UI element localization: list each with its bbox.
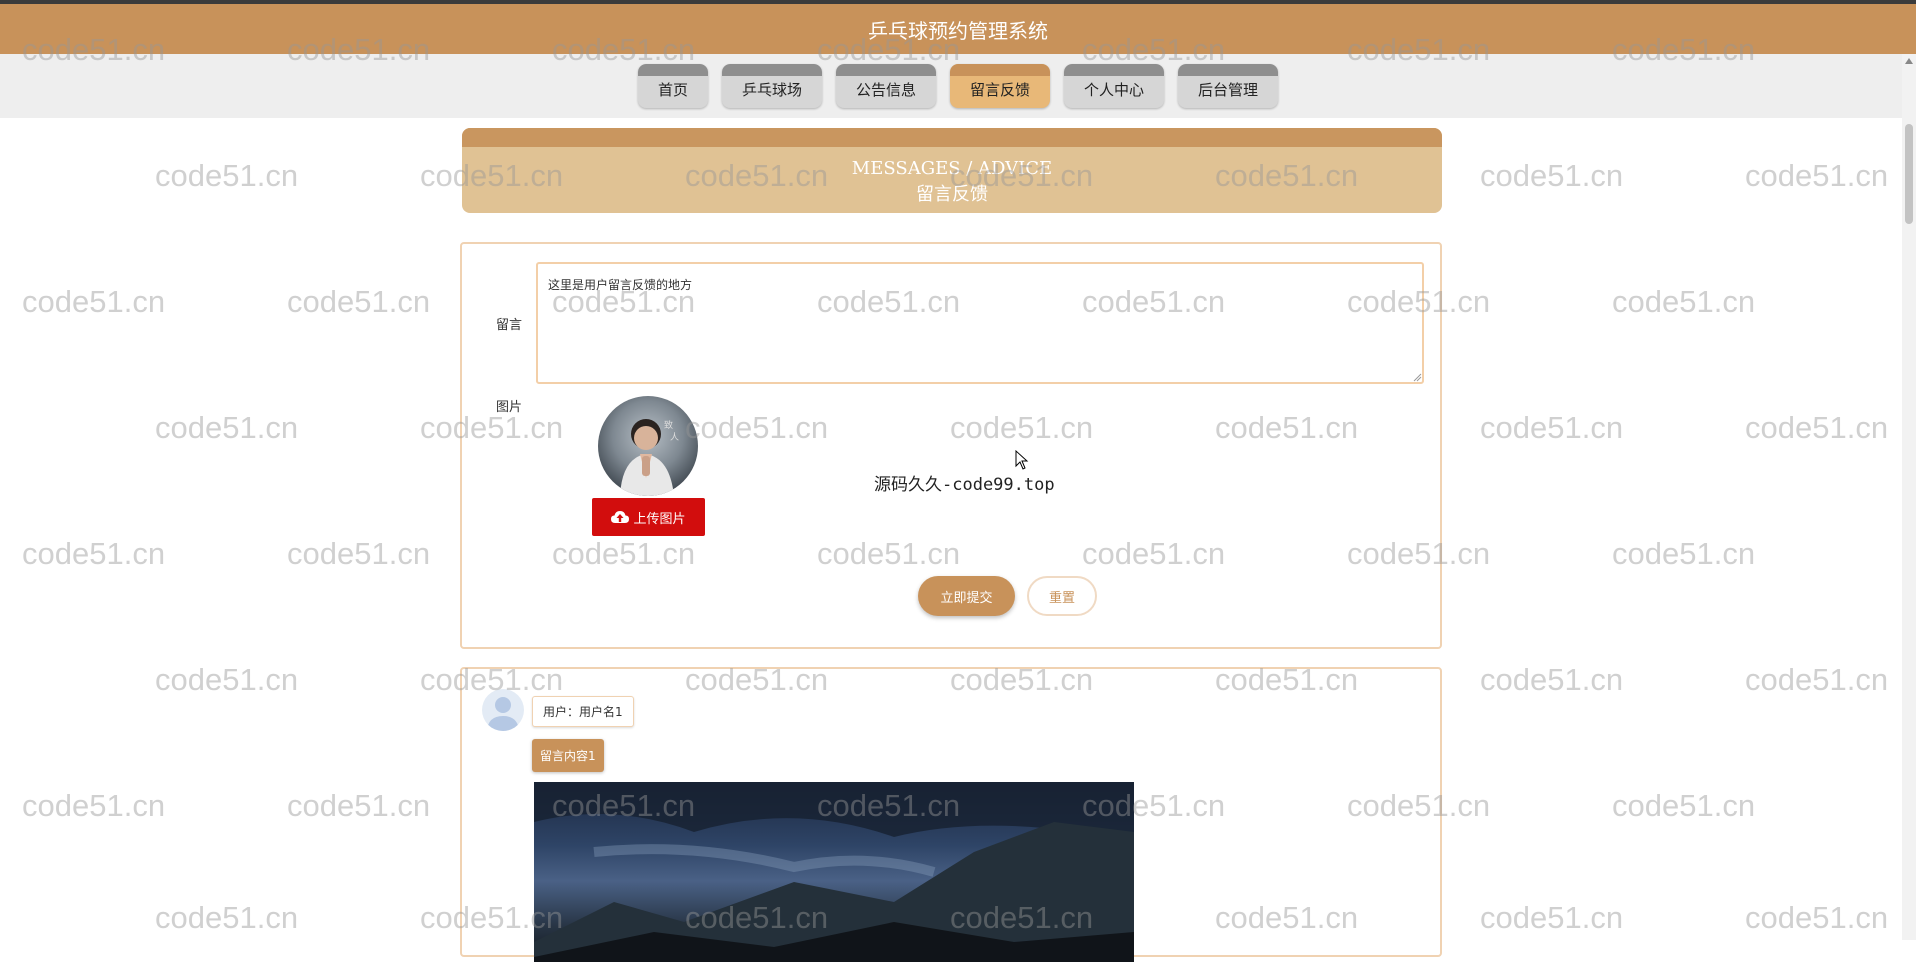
- image-label: 图片: [496, 400, 523, 415]
- reset-button[interactable]: 重置: [1027, 576, 1097, 616]
- watermark: code51.cn: [1745, 662, 1889, 697]
- main-nav: 首页 乒乓球场 公告信息 留言反馈 个人中心 后台管理: [0, 64, 1916, 110]
- user-avatar-icon: [482, 689, 524, 731]
- watermark: code51.cn: [155, 158, 299, 193]
- watermark: code51.cn: [22, 284, 166, 319]
- portrait-illustration: 致 人: [620, 419, 679, 496]
- nav-item-feedback[interactable]: 留言反馈: [950, 64, 1051, 108]
- message-content: 留言内容1: [532, 739, 604, 772]
- watermark: code51.cn: [155, 410, 299, 445]
- watermark: code51.cn: [155, 900, 299, 935]
- nav-item-admin[interactable]: 后台管理: [1178, 64, 1279, 108]
- cloud-upload-icon: [611, 511, 630, 523]
- watermark: code51.cn: [1480, 900, 1624, 935]
- scroll-thumb[interactable]: [1905, 124, 1913, 224]
- page-scrollbar[interactable]: [1902, 54, 1916, 940]
- scroll-up-arrow-icon[interactable]: [1905, 58, 1913, 64]
- nav-item-courts[interactable]: 乒乓球场: [721, 64, 822, 108]
- watermark: code51.cn: [1612, 536, 1756, 571]
- uploaded-image-preview: 致 人: [598, 396, 698, 496]
- watermark: code51.cn: [22, 536, 166, 571]
- site-title: 乒乓球预约管理系统: [868, 18, 1048, 43]
- watermark: code51.cn: [1480, 410, 1624, 445]
- watermark: code51.cn: [1480, 158, 1624, 193]
- watermark: code51.cn: [1612, 788, 1756, 823]
- overlay-source-text: 源码久久-code99.top: [874, 475, 1055, 495]
- banner-title-cn: 留言反馈: [916, 184, 988, 205]
- nav-item-home[interactable]: 首页: [637, 64, 708, 108]
- page-banner: MESSAGES / ADVICE 留言反馈: [462, 128, 1442, 213]
- message-textarea[interactable]: 这里是用户留言反馈的地方: [536, 262, 1424, 384]
- watermark: code51.cn: [1612, 284, 1756, 319]
- nav-item-notices[interactable]: 公告信息: [835, 64, 936, 108]
- message-label: 留言: [496, 318, 523, 333]
- watermark: code51.cn: [1745, 410, 1889, 445]
- watermark: code51.cn: [1745, 900, 1889, 935]
- nav-item-profile[interactable]: 个人中心: [1064, 64, 1165, 108]
- upload-button-label: 上传图片: [633, 511, 686, 527]
- watermark: code51.cn: [287, 536, 431, 571]
- banner-title-en: MESSAGES / ADVICE: [851, 158, 1053, 179]
- svg-text:致: 致: [664, 419, 673, 431]
- mouse-pointer-icon: [1015, 450, 1029, 470]
- watermark: code51.cn: [287, 284, 431, 319]
- message-image: [534, 782, 1134, 962]
- svg-text:人: 人: [670, 432, 679, 443]
- watermark: code51.cn: [287, 788, 431, 823]
- message-user-name: 用户：用户名1: [532, 696, 634, 727]
- landscape-photo: [534, 782, 1134, 962]
- watermark: code51.cn: [1745, 158, 1889, 193]
- feedback-form: 留言 这里是用户留言反馈的地方 图片 致 人 上传图片 源码久久-code99.…: [460, 242, 1442, 649]
- resize-grip-icon[interactable]: [1412, 372, 1422, 382]
- message-item: 用户：用户名1 留言内容1: [460, 667, 1442, 962]
- nav-band: 首页 乒乓球场 公告信息 留言反馈 个人中心 后台管理: [0, 54, 1916, 118]
- submit-button[interactable]: 立即提交: [918, 576, 1015, 616]
- upload-image-button[interactable]: 上传图片: [592, 498, 705, 536]
- watermark: code51.cn: [155, 662, 299, 697]
- banner-strip: [462, 128, 1442, 147]
- site-header: 乒乓球预约管理系统: [0, 4, 1916, 54]
- watermark: code51.cn: [1480, 662, 1624, 697]
- watermark: code51.cn: [22, 788, 166, 823]
